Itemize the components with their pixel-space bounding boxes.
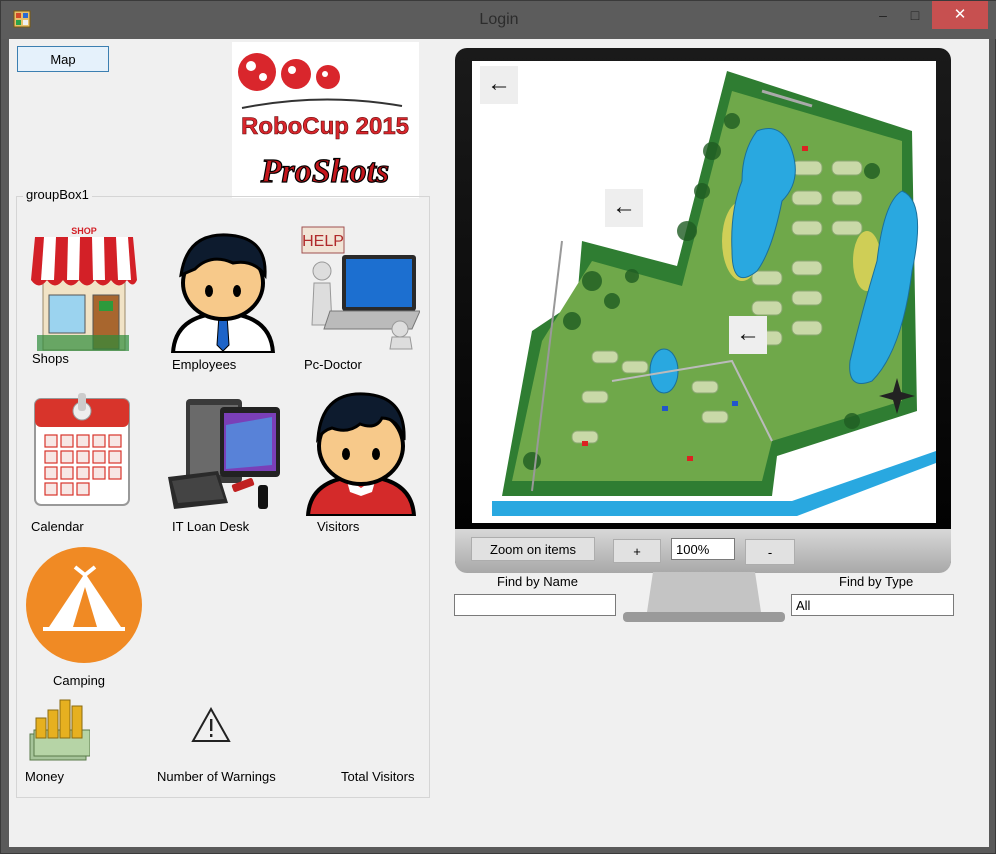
zoom-level-input[interactable]: [671, 538, 735, 560]
warning-icon: [191, 707, 231, 742]
money-label: Money: [25, 769, 65, 784]
calendar-label: Calendar: [31, 519, 84, 534]
zoom-out-button[interactable]: -: [745, 539, 795, 565]
monitor-stand: [623, 572, 785, 622]
shops-label: Shops: [32, 351, 69, 366]
it-loan-desk-label: IT Loan Desk: [172, 519, 250, 534]
total-visitors-label: Total Visitors: [341, 769, 415, 784]
map-marker-arrow-icon[interactable]: ←: [729, 316, 767, 354]
zoom-in-button[interactable]: +: [613, 539, 661, 563]
shop-icon[interactable]: SHOP: [29, 225, 139, 353]
employee-icon[interactable]: [167, 223, 279, 353]
svg-text:HELP: HELP: [302, 233, 344, 250]
find-by-type-label: Find by Type: [839, 574, 914, 589]
zoom-on-items-button[interactable]: Zoom on items: [471, 537, 595, 561]
calendar-icon[interactable]: [31, 391, 133, 509]
logo-line2: ProShots: [260, 153, 390, 190]
visitor-icon[interactable]: [304, 384, 418, 516]
logo-line1: RoboCup 2015: [241, 113, 409, 140]
warnings-label: Number of Warnings: [157, 769, 276, 784]
visitors-label: Visitors: [317, 519, 360, 534]
robocup-proshots-logo: RoboCup 2015 ProShots: [232, 42, 419, 198]
groupbox-title: groupBox1: [23, 187, 92, 202]
login-window: Login – □ ✕ Map RoboCup 2015 ProShots gr…: [0, 0, 996, 854]
camping-tent-icon[interactable]: [25, 543, 143, 667]
employees-label: Employees: [172, 357, 237, 372]
money-coins-icon: [29, 699, 90, 761]
map-button[interactable]: Map: [17, 46, 109, 72]
campsite-map-image: [472, 61, 936, 523]
minimize-button[interactable]: –: [869, 1, 897, 29]
map-marker-arrow-icon[interactable]: ←: [605, 189, 643, 227]
pc-doctor-label: Pc-Doctor: [304, 357, 362, 372]
title-bar[interactable]: Login – □ ✕: [1, 1, 996, 39]
map-view[interactable]: ← ← ←: [472, 61, 936, 523]
maximize-button[interactable]: □: [901, 1, 929, 29]
find-by-type-input[interactable]: [791, 594, 954, 616]
client-area: Map RoboCup 2015 ProShots groupBox1 SHOP…: [9, 39, 989, 847]
pc-doctor-icon[interactable]: HELP: [300, 225, 420, 351]
map-back-arrow-icon[interactable]: ←: [480, 66, 518, 104]
it-loan-desk-icon[interactable]: [166, 395, 282, 513]
close-button[interactable]: ✕: [932, 1, 988, 29]
window-title: Login: [479, 11, 519, 28]
find-by-name-label: Find by Name: [497, 574, 578, 589]
find-by-name-input[interactable]: [454, 594, 616, 616]
soccer-robot-balls-icon: [238, 53, 340, 91]
svg-text:SHOP: SHOP: [71, 226, 97, 236]
camping-label: Camping: [53, 673, 106, 688]
